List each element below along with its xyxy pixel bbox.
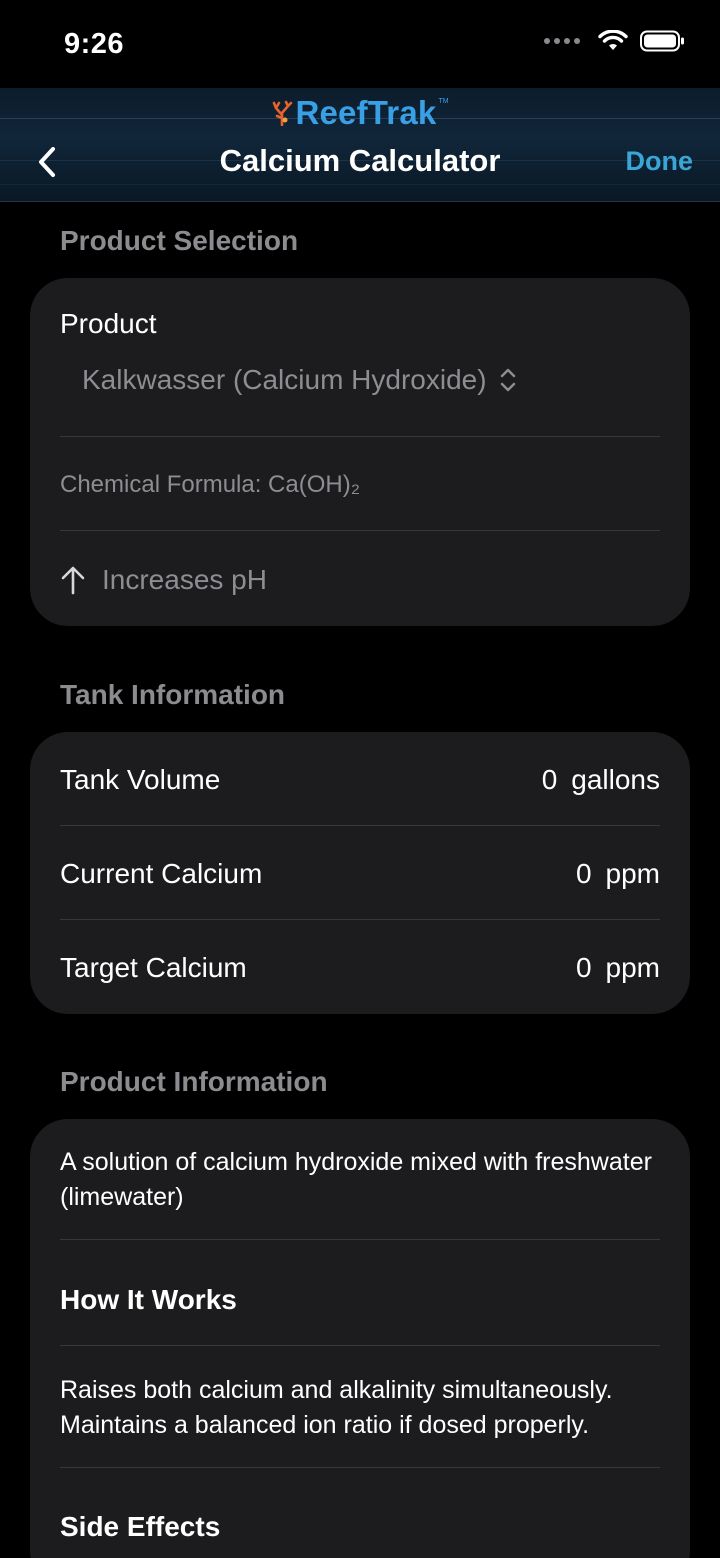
- effect-text: Increases pH: [102, 564, 267, 595]
- product-picker-value: Kalkwasser (Calcium Hydroxide): [82, 364, 487, 395]
- tank-information-card: Tank Volume 0 gallons Current Calcium 0 …: [30, 732, 690, 1014]
- cellular-signal-icon: [544, 38, 580, 44]
- effect-row: Increases pH: [60, 564, 267, 596]
- page-title: Calcium Calculator: [219, 143, 501, 178]
- product-picker[interactable]: Kalkwasser (Calcium Hydroxide): [82, 364, 517, 396]
- divider: [60, 825, 660, 826]
- tank-volume-label: Tank Volume: [60, 764, 221, 795]
- reeftrak-logo: ReefTrak TM: [0, 94, 720, 132]
- current-calcium-field[interactable]: 0 ppm: [576, 858, 660, 890]
- current-calcium-label: Current Calcium: [60, 858, 263, 889]
- divider: [60, 436, 660, 437]
- tank-volume-field[interactable]: 0 gallons: [542, 764, 660, 796]
- logo-trademark: TM: [438, 98, 449, 105]
- arrow-up-icon: [61, 566, 85, 595]
- section-header-product-information: Product Information: [60, 1066, 328, 1097]
- status-bar: 9:26: [0, 0, 720, 88]
- target-calcium-value[interactable]: 0: [576, 952, 592, 984]
- divider: [60, 1345, 660, 1346]
- how-it-works-text: Raises both calcium and alkalinity simul…: [60, 1376, 613, 1439]
- section-header-tank-information: Tank Information: [60, 679, 286, 710]
- product-label: Product: [60, 308, 157, 339]
- target-calcium-field[interactable]: 0 ppm: [576, 952, 660, 984]
- tank-volume-unit: gallons: [571, 764, 660, 795]
- divider: [60, 919, 660, 920]
- divider: [60, 1239, 660, 1240]
- how-it-works-title: How It Works: [60, 1284, 237, 1315]
- product-selection-card: Product Kalkwasser (Calcium Hydroxide) C…: [30, 278, 690, 626]
- product-description: A solution of calcium hydroxide mixed wi…: [60, 1148, 652, 1211]
- status-icons: [544, 30, 686, 52]
- chemical-formula: Chemical Formula: Ca(OH)₂: [60, 471, 361, 498]
- product-information-card: A solution of calcium hydroxide mixed wi…: [30, 1119, 690, 1558]
- tank-volume-value[interactable]: 0: [542, 764, 558, 796]
- current-calcium-value[interactable]: 0: [576, 858, 592, 890]
- wifi-icon: [598, 30, 628, 50]
- divider: [60, 530, 660, 531]
- current-calcium-unit: ppm: [605, 858, 660, 889]
- side-effects-title: Side Effects: [60, 1511, 221, 1542]
- done-button[interactable]: Done: [626, 146, 694, 177]
- battery-icon: [640, 30, 684, 52]
- coral-icon: [273, 100, 293, 126]
- target-calcium-label: Target Calcium: [60, 952, 247, 983]
- target-calcium-unit: ppm: [605, 952, 660, 983]
- chevron-up-down-icon: [500, 368, 515, 392]
- divider: [60, 1467, 660, 1468]
- navigation-bar: ReefTrak TM Calcium Calculator Done: [0, 88, 720, 202]
- section-header-product-selection: Product Selection: [60, 225, 299, 256]
- status-time: 9:26: [64, 28, 125, 60]
- logo-text: ReefTrak: [295, 94, 437, 131]
